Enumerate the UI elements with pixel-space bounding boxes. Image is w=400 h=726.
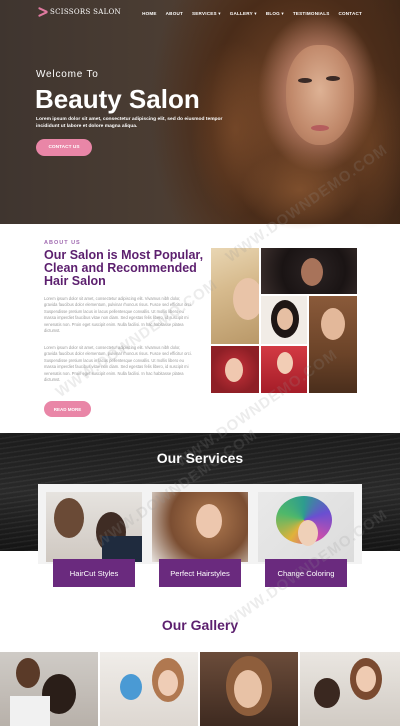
read-more-button[interactable]: READ MORE xyxy=(44,401,91,417)
nav-gallery[interactable]: GALLERY ▾ xyxy=(230,11,257,17)
nav-services[interactable]: SERVICES ▾ xyxy=(192,11,221,17)
salon-page: SCISSORS SALON HOME ABOUT SERVICES ▾ GAL… xyxy=(0,0,400,726)
top-navigation: SCISSORS SALON HOME ABOUT SERVICES ▾ GAL… xyxy=(0,0,400,30)
gallery-photo[interactable] xyxy=(0,652,98,726)
nav-about[interactable]: ABOUT xyxy=(166,11,183,17)
service-label: Perfect Hairstyles xyxy=(159,559,241,587)
nav-home[interactable]: HOME xyxy=(142,11,157,17)
gallery-title: Our Gallery xyxy=(161,617,239,633)
about-image-mosaic xyxy=(211,248,357,393)
service-card-haircut[interactable]: HairCut Styles xyxy=(46,492,142,596)
nav-contact[interactable]: CONTACT xyxy=(338,11,362,17)
gallery-photo[interactable] xyxy=(200,652,298,726)
hair-photo-bob xyxy=(261,296,307,344)
scissors-icon xyxy=(38,8,48,16)
service-label: HairCut Styles xyxy=(53,559,135,587)
service-card-hairstyles[interactable]: Perfect Hairstyles xyxy=(152,492,248,596)
brand-name: SCISSORS SALON xyxy=(50,8,121,16)
gallery-photo[interactable] xyxy=(100,652,198,726)
hero-description: Lorem ipsum dolor sit amet, consectetur … xyxy=(36,117,223,129)
hero-kicker: Welcome To xyxy=(36,69,99,80)
contact-us-button[interactable]: CONTACT US xyxy=(36,139,92,156)
about-kicker: ABOUT US xyxy=(44,240,81,246)
gallery-photo[interactable] xyxy=(300,652,400,726)
main-menu: HOME ABOUT SERVICES ▾ GALLERY ▾ BLOG ▾ T… xyxy=(142,11,362,17)
nav-testimonials[interactable]: TESTIMONIALS xyxy=(293,11,330,17)
hair-photo-red-curly xyxy=(211,346,259,393)
brand-logo[interactable]: SCISSORS SALON xyxy=(38,8,121,16)
about-title: Our Salon is Most Popular, Clean and Rec… xyxy=(44,248,204,288)
hero-title: Beauty Salon xyxy=(35,84,200,114)
hair-photo-long-brown xyxy=(309,296,357,393)
nav-blog[interactable]: BLOG ▾ xyxy=(266,11,284,17)
hair-photo-curly xyxy=(261,248,357,294)
